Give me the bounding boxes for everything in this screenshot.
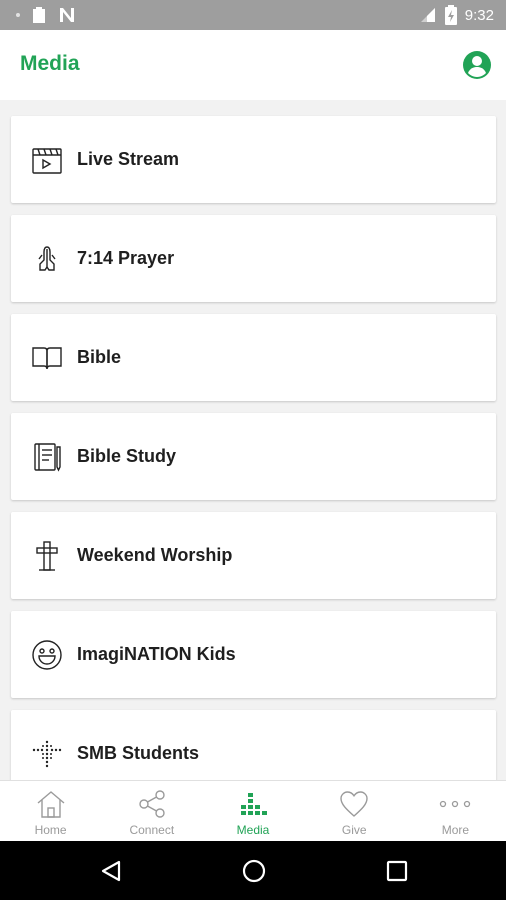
system-navigation-bar [0, 841, 506, 900]
list-item-label: SMB Students [77, 743, 200, 763]
list-item-prayer[interactable]: 7:14 Prayer [11, 215, 496, 302]
list-item-label: Bible [77, 347, 122, 367]
tab-connect[interactable]: Connect [101, 781, 202, 842]
list-item-label: Bible Study [77, 446, 177, 466]
status-bar: 9:32 [0, 0, 506, 30]
list-item-label: Weekend Worship [77, 545, 233, 565]
tab-media[interactable]: Media [202, 781, 303, 842]
tab-give[interactable]: Give [304, 781, 405, 842]
tab-label: Connect [129, 823, 175, 837]
battery-icon [444, 5, 457, 25]
app-bar: Media [0, 30, 506, 100]
list-item-label: 7:14 Prayer [77, 248, 175, 268]
list-item-bible-study[interactable]: Bible Study [11, 413, 496, 500]
heart-icon [340, 791, 368, 817]
tab-home[interactable]: Home [0, 781, 101, 842]
clipboard-icon [33, 7, 45, 23]
live-stream-icon [32, 147, 62, 174]
recents-icon[interactable] [386, 860, 408, 882]
list-item-imagination-kids[interactable]: ImagiNATION Kids [11, 611, 496, 698]
signal-icon [420, 8, 435, 22]
list-item-bible[interactable]: Bible [11, 314, 496, 401]
status-time: 9:32 [464, 6, 494, 24]
tab-label: Media [236, 823, 270, 837]
tab-label: Give [341, 823, 367, 837]
list-item-live-stream[interactable]: Live Stream [11, 116, 496, 203]
list-item-label: Live Stream [77, 149, 180, 169]
media-list: Live Stream 7:14 Prayer Bible Bible Stud… [0, 100, 506, 780]
user-profile-icon [463, 51, 491, 79]
n-logo-icon [60, 8, 74, 22]
list-item-smb-students[interactable]: SMB Students [11, 710, 496, 780]
home-circle-icon[interactable] [242, 859, 266, 883]
notification-dot-icon [16, 13, 20, 17]
cross-icon [36, 540, 58, 571]
media-bars-icon [241, 793, 267, 815]
home-icon [37, 791, 65, 818]
page-title: Media [20, 52, 80, 75]
open-book-icon [32, 346, 62, 369]
tab-label: More [441, 823, 470, 837]
list-item-label: ImagiNATION Kids [77, 644, 236, 664]
dotted-cross-icon [32, 740, 62, 767]
profile-button[interactable] [462, 50, 492, 80]
tab-label: Home [34, 823, 67, 837]
notebook-icon [34, 442, 61, 472]
share-icon [139, 790, 165, 818]
tab-more[interactable]: More [405, 781, 506, 842]
more-dots-icon [440, 800, 471, 808]
list-item-weekend-worship[interactable]: Weekend Worship [11, 512, 496, 599]
bottom-tab-bar: Home Connect Media Give More [0, 780, 506, 842]
praying-hands-icon [38, 245, 56, 271]
smiley-icon [32, 639, 62, 670]
back-icon[interactable] [100, 860, 122, 882]
